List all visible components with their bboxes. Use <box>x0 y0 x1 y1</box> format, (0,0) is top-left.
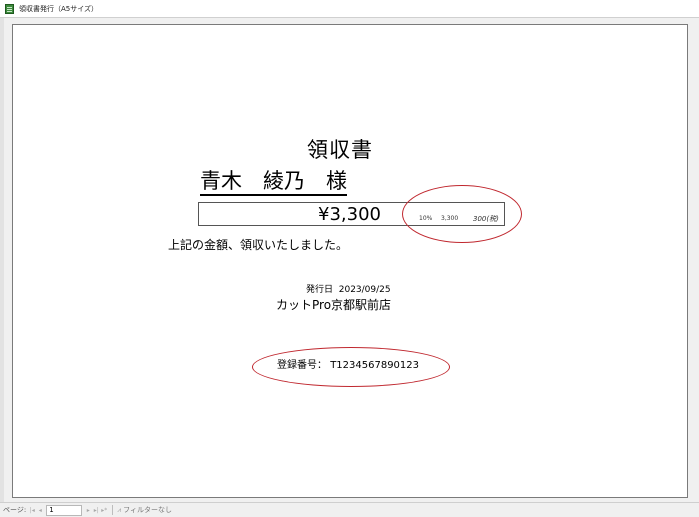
window-title: 領収書発行（A5サイズ） <box>19 4 99 13</box>
amount-value: ¥3,300 <box>318 204 381 225</box>
page-label: ページ: <box>3 506 27 514</box>
received-statement: 上記の金額、領収いたしました。 <box>168 238 349 252</box>
navigation-pane-edge <box>0 18 4 502</box>
filter-icon[interactable]: ⩘ <box>117 506 121 515</box>
next-page-button[interactable]: ▸ <box>84 507 92 514</box>
previous-page-button[interactable]: ◂ <box>36 507 44 514</box>
page-number-input[interactable]: 1 <box>46 504 83 516</box>
registration-annotation-ellipse <box>252 347 450 387</box>
customer-name: 青木 綾乃 様 <box>200 169 347 196</box>
issue-date: 2023/09/25 <box>338 285 391 295</box>
store-name: カットPro京都駅前店 <box>276 298 392 312</box>
record-navigation-bar: ページ: |◂ ◂ 1 ▸ ▸| ▸* ⩘ フィルターなし <box>0 502 699 517</box>
tax-annotation-ellipse <box>402 185 522 243</box>
status-separator <box>112 505 114 515</box>
title-bar: 領収書発行（A5サイズ） <box>0 0 699 18</box>
last-page-button[interactable]: ▸| <box>92 507 100 514</box>
issue-date-label: 発行日 <box>306 285 334 295</box>
receipt-title: 領収書 <box>307 138 373 162</box>
filter-status[interactable]: フィルターなし <box>123 505 172 515</box>
report-icon <box>5 3 14 14</box>
report-window: 領収書発行（A5サイズ） 領収書 青木 綾乃 様 ¥3,300 10% 3,30… <box>0 0 699 517</box>
report-page <box>12 24 688 498</box>
issue-date-row: 発行日 2023/09/25 <box>306 282 391 295</box>
first-page-button[interactable]: |◂ <box>28 507 36 514</box>
new-record-button[interactable]: ▸* <box>100 507 108 514</box>
